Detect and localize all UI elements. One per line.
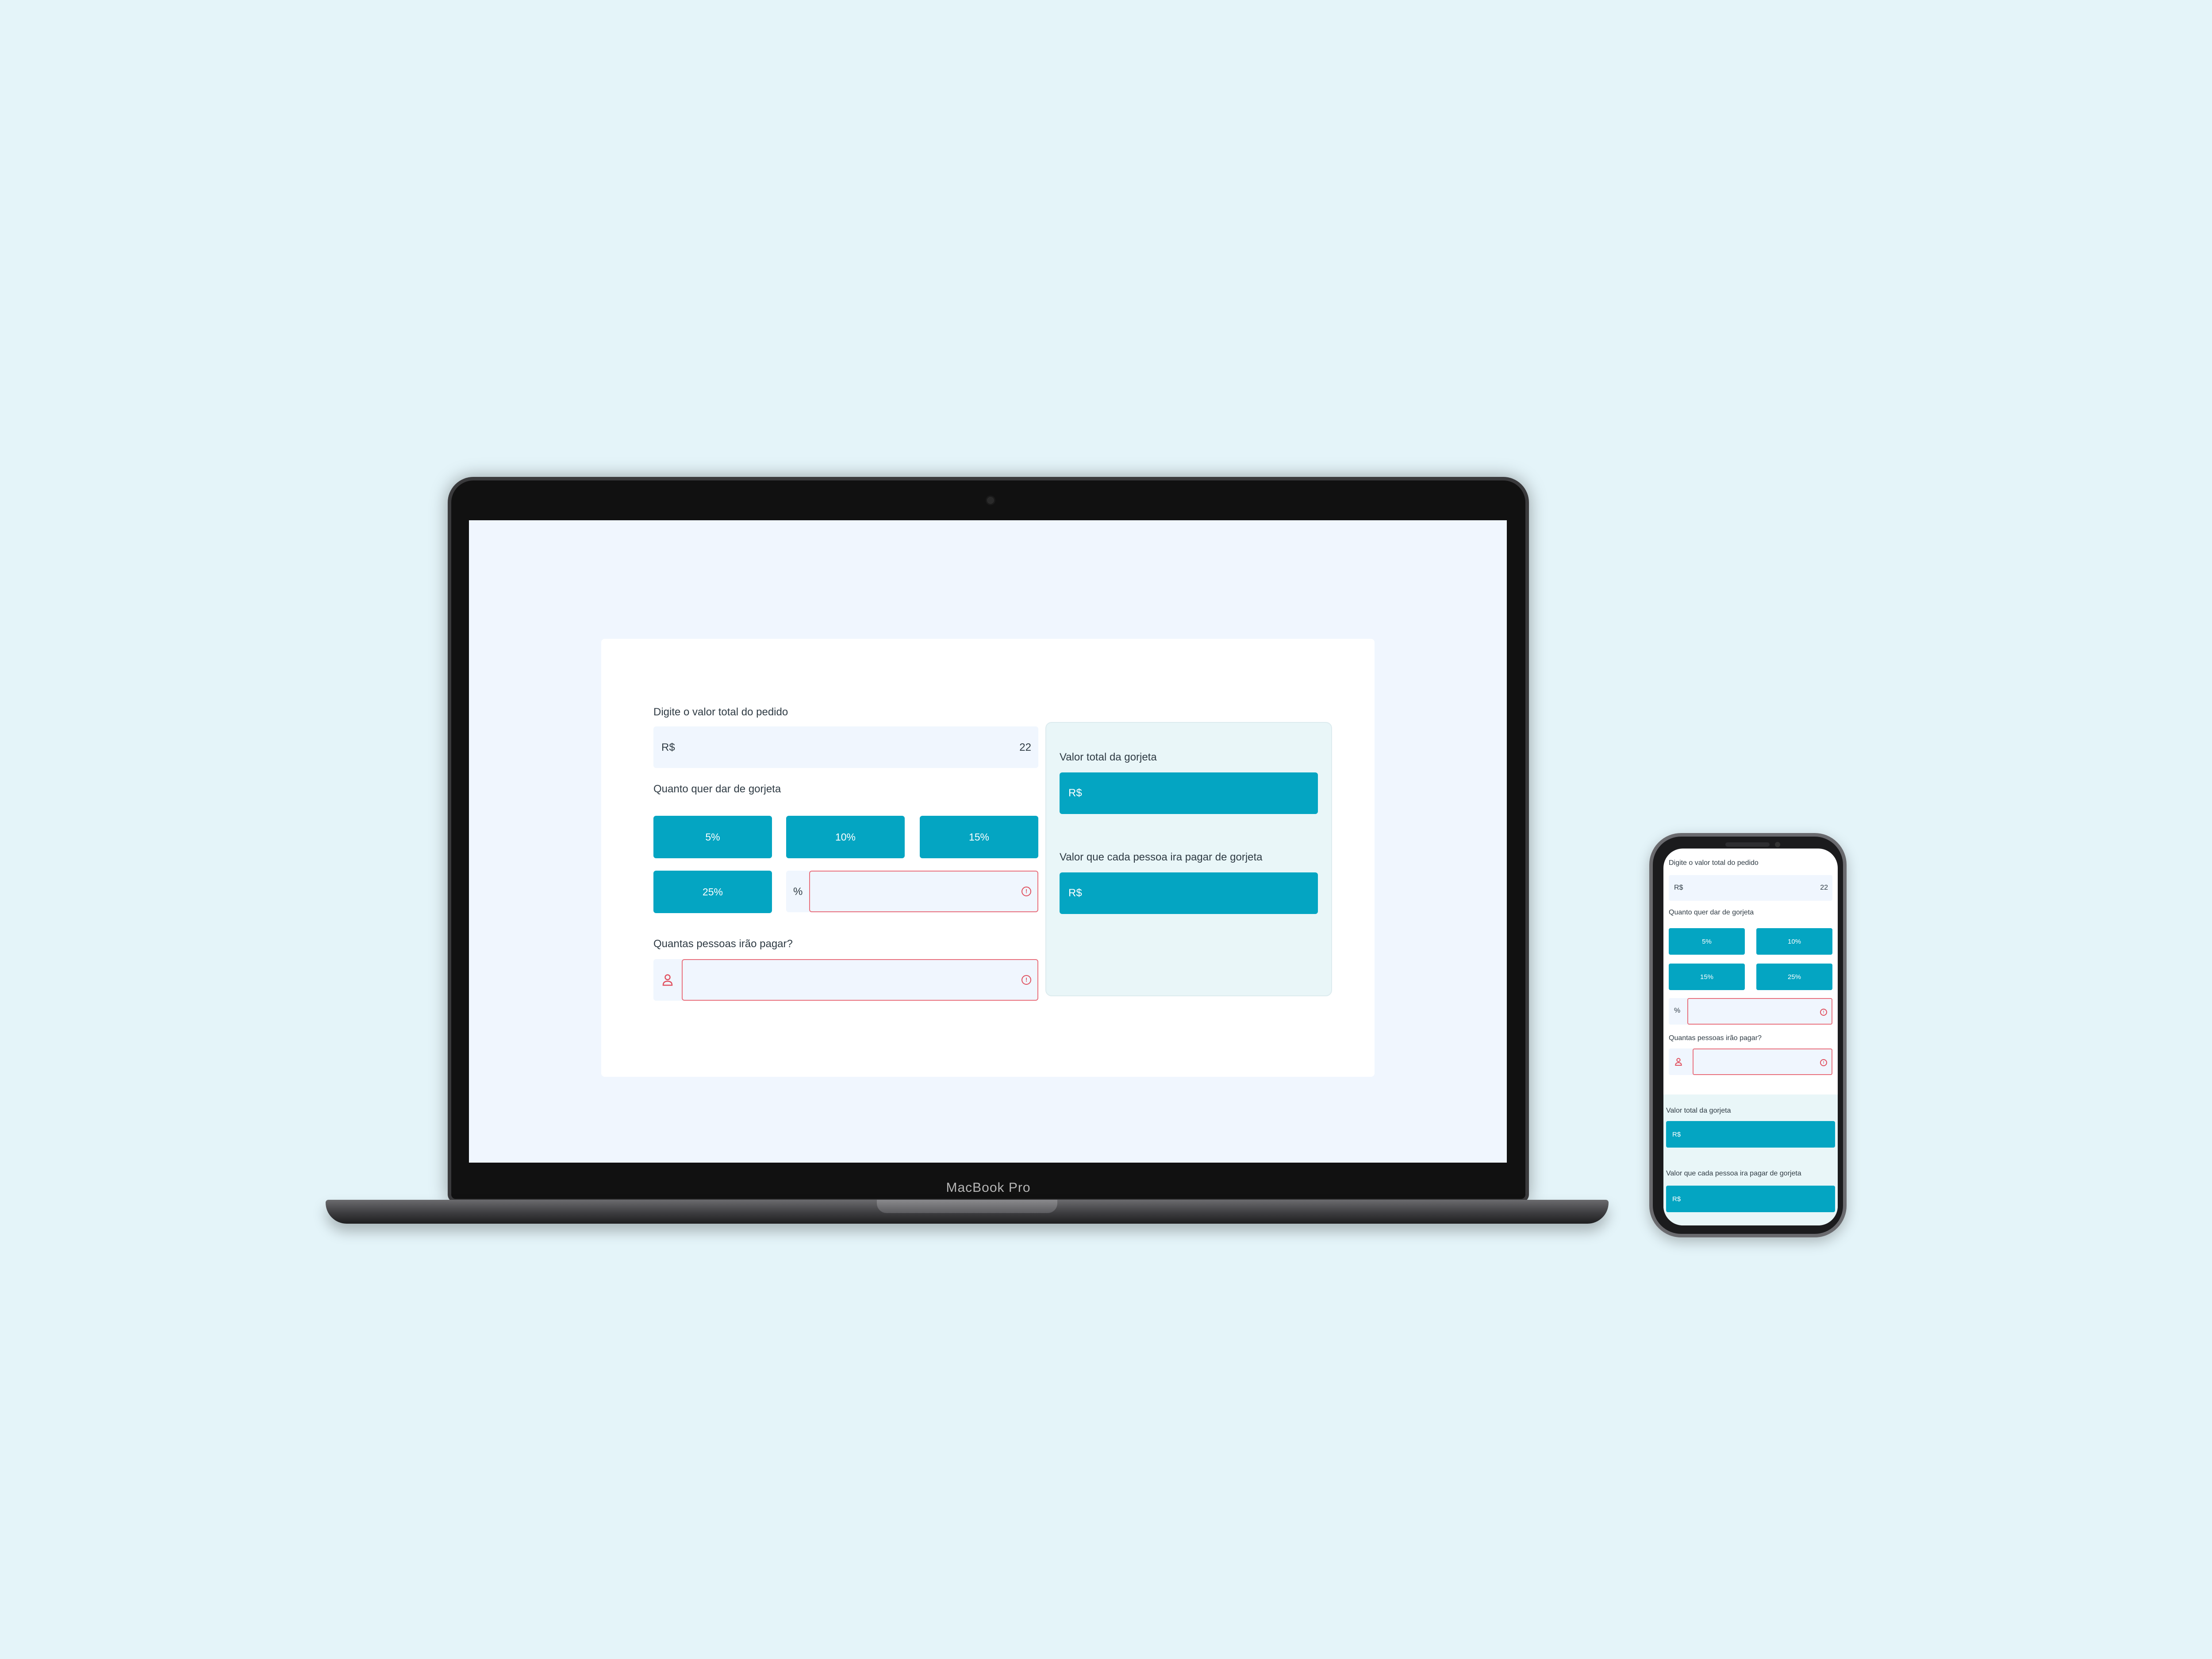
currency-prefix: R$	[1674, 884, 1683, 891]
tip-10-button[interactable]: 10%	[1756, 928, 1832, 955]
tip-15-button[interactable]: 15%	[920, 816, 1038, 858]
custom-tip-group: % !	[786, 871, 1038, 912]
tip-calculator-card: Digite o valor total do pedido R$ 22 Qua…	[601, 639, 1375, 1077]
tip-5-button[interactable]: 5%	[1669, 928, 1745, 955]
people-group: !	[1669, 1048, 1832, 1075]
order-value-label: Digite o valor total do pedido	[1669, 859, 1759, 867]
tip-total-label: Valor total da gorjeta	[1060, 751, 1157, 763]
per-person-label: Valor que cada pessoa ira pagar de gorje…	[1666, 1170, 1801, 1177]
tip-total-value: R$	[1060, 772, 1318, 814]
people-label: Quantas pessoas irão pagar?	[653, 938, 793, 950]
tip-15-button[interactable]: 15%	[1669, 964, 1745, 990]
tip-25-button[interactable]: 25%	[653, 871, 772, 913]
phone-speaker	[1725, 842, 1770, 847]
alert-circle-icon: !	[1820, 1009, 1827, 1016]
tip-5-button[interactable]: 5%	[653, 816, 772, 858]
tip-label: Quanto quer dar de gorjeta	[653, 783, 781, 795]
order-value-field[interactable]: R$ 22	[1669, 875, 1832, 901]
laptop-screen: Digite o valor total do pedido R$ 22 Qua…	[469, 520, 1507, 1163]
per-person-label: Valor que cada pessoa ira pagar de gorje…	[1060, 851, 1263, 863]
custom-tip-group: % !	[1669, 998, 1832, 1025]
people-input[interactable]: !	[682, 959, 1038, 1001]
tip-10-button[interactable]: 10%	[786, 816, 905, 858]
per-person-value: R$	[1060, 872, 1318, 914]
tip-total-value: R$	[1666, 1121, 1835, 1148]
people-group: !	[653, 959, 1038, 1001]
custom-tip-input[interactable]: !	[1687, 998, 1832, 1025]
order-value-label: Digite o valor total do pedido	[653, 706, 788, 718]
percent-prefix: %	[793, 886, 803, 898]
result-panel: Valor total da gorjeta R$ Valor que cada…	[1045, 722, 1332, 996]
order-value-input[interactable]: 22	[1019, 741, 1031, 754]
result-panel: Valor total da gorjeta R$ Valor que cada…	[1663, 1094, 1838, 1225]
tip-label: Quanto quer dar de gorjeta	[1669, 909, 1754, 916]
custom-tip-input[interactable]: !	[809, 871, 1038, 912]
per-person-value: R$	[1666, 1186, 1835, 1212]
tip-25-button[interactable]: 25%	[1756, 964, 1832, 990]
order-value-field[interactable]: R$ 22	[653, 726, 1038, 768]
person-icon	[661, 973, 674, 987]
alert-circle-icon: !	[1022, 975, 1031, 985]
percent-prefix: %	[1674, 1007, 1681, 1014]
phone-camera	[1775, 842, 1780, 847]
order-value-input[interactable]: 22	[1820, 884, 1828, 892]
currency-prefix: R$	[661, 741, 675, 753]
person-icon	[1674, 1057, 1683, 1066]
laptop-camera	[986, 495, 995, 505]
tip-total-label: Valor total da gorjeta	[1666, 1107, 1731, 1114]
people-label: Quantas pessoas irão pagar?	[1669, 1034, 1762, 1042]
laptop-brand-label: MacBook Pro	[946, 1180, 1031, 1195]
laptop-notch	[877, 1200, 1057, 1213]
alert-circle-icon: !	[1820, 1059, 1827, 1066]
people-input[interactable]: !	[1693, 1048, 1832, 1075]
alert-circle-icon: !	[1022, 887, 1031, 896]
phone-screen: Digite o valor total do pedido R$ 22 Qua…	[1663, 849, 1838, 1225]
